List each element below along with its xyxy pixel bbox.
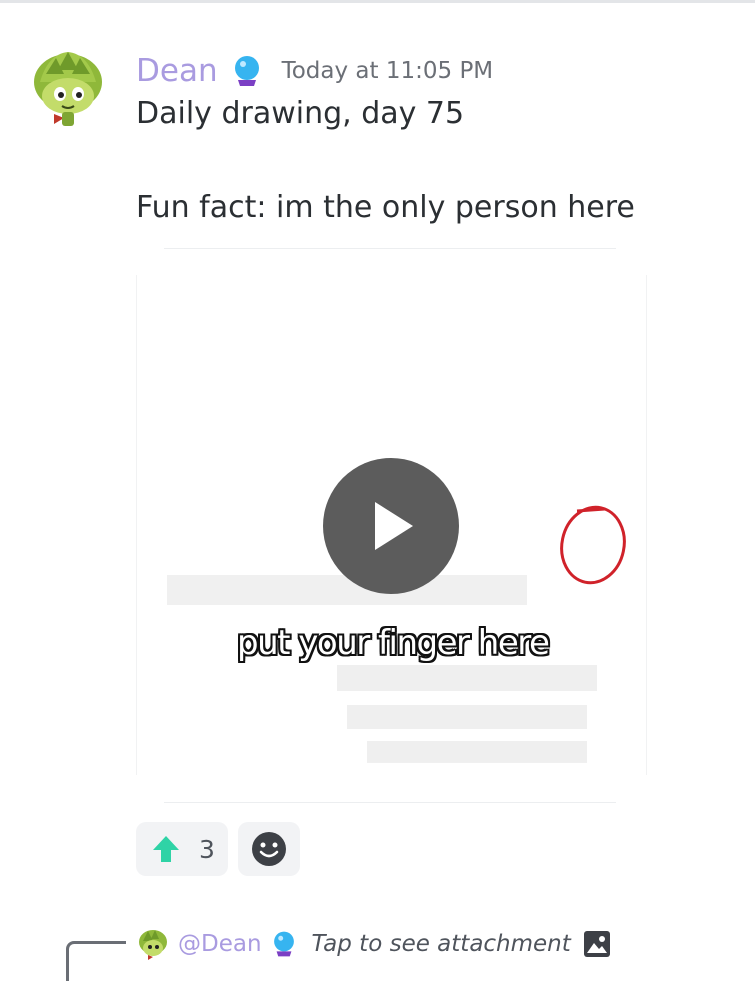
- reaction-count: 3: [199, 834, 215, 864]
- user-avatar[interactable]: [24, 44, 112, 132]
- message-text-line: Daily drawing, day 75: [136, 96, 465, 131]
- reaction-upvote[interactable]: 3: [136, 822, 228, 876]
- top-divider: [0, 0, 755, 3]
- username[interactable]: Dean: [136, 53, 218, 89]
- artichoke-avatar-icon: [139, 930, 167, 960]
- crystal-ball-icon: [234, 56, 259, 86]
- image-icon: [583, 931, 610, 957]
- video-attachment[interactable]: put your finger here: [136, 275, 647, 775]
- video-caption: put your finger here: [237, 623, 550, 663]
- crystal-ball-icon: [273, 931, 294, 957]
- reply-connector: [66, 941, 126, 981]
- up-arrow-icon: [153, 836, 179, 862]
- message-header: Dean Today at 11:05 PM: [136, 52, 493, 90]
- reply-preview[interactable]: @Dean Tap to see attachment: [136, 926, 611, 962]
- play-button[interactable]: [323, 458, 459, 594]
- add-reaction-button[interactable]: [238, 822, 300, 876]
- embed-divider: [164, 248, 616, 249]
- timestamp: Today at 11:05 PM: [281, 58, 494, 84]
- artichoke-avatar-icon: [34, 52, 102, 126]
- reply-username[interactable]: @Dean: [178, 931, 262, 957]
- message-text-line: Fun fact: im the only person here: [136, 190, 635, 225]
- play-icon: [375, 502, 413, 550]
- reply-text[interactable]: Tap to see attachment: [312, 931, 571, 957]
- embed-divider: [164, 802, 616, 803]
- smiley-icon: [252, 832, 286, 866]
